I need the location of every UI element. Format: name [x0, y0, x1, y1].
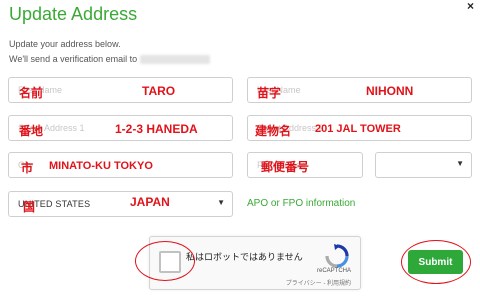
city-annotation-label: 市 — [21, 161, 34, 175]
address1-annotation-label: 番地 — [19, 124, 44, 138]
first-name-field[interactable]: First Name 名前 TARO — [8, 77, 233, 103]
first-name-annotation-label: 名前 — [19, 86, 44, 100]
street-address-2-field[interactable]: Street Address 2 建物名 201 JAL TOWER — [247, 115, 472, 141]
address1-annotation-value: 1-2-3 HANEDA — [115, 122, 198, 136]
apo-fpo-link[interactable]: APO or FPO information — [247, 198, 355, 209]
country-select[interactable]: UNITED STATES ▼ 国 JAPAN — [8, 191, 233, 217]
first-name-annotation-value: TARO — [142, 84, 176, 98]
street-address-1-field[interactable]: Street Address 1 番地 1-2-3 HANEDA — [8, 115, 233, 141]
verification-text: We'll send a verification email to — [9, 54, 211, 65]
chevron-down-icon: ▼ — [217, 198, 225, 207]
address2-annotation-label: 建物名 — [255, 124, 292, 138]
state-select[interactable]: ▼ — [375, 152, 472, 178]
last-name-field[interactable]: Last Name 苗字 NIHONN — [247, 77, 472, 103]
postal-code-annotation-label: 郵便番号 — [261, 160, 310, 174]
recaptcha-widget: 私はロボットではありません reCAPTCHA プライバシー - 利用規約 — [149, 236, 361, 290]
recaptcha-brand: reCAPTCHA — [316, 268, 351, 274]
redacted-email — [140, 55, 211, 65]
submit-button[interactable]: Submit — [408, 250, 463, 274]
postal-code-field[interactable]: Postal Code 郵便番号 — [247, 152, 363, 178]
recaptcha-privacy-terms[interactable]: プライバシー - 利用規約 — [286, 278, 351, 287]
recaptcha-label: 私はロボットではありません — [186, 252, 303, 262]
close-icon[interactable]: × — [467, 0, 474, 13]
city-field[interactable]: City 市 MINATO-KU TOKYO — [8, 152, 233, 178]
last-name-annotation-label: 苗字 — [257, 86, 282, 100]
chevron-down-icon: ▼ — [456, 159, 464, 168]
recaptcha-logo-icon — [325, 244, 349, 268]
last-name-annotation-value: NIHONN — [366, 84, 414, 98]
address2-annotation-value: 201 JAL TOWER — [315, 123, 401, 135]
intro-text: Update your address below. — [9, 39, 121, 49]
country-annotation-label: 国 — [23, 200, 36, 214]
city-annotation-value: MINATO-KU TOKYO — [49, 160, 153, 172]
recaptcha-checkbox[interactable] — [159, 251, 181, 273]
dialog-title: Update Address — [9, 4, 138, 24]
country-annotation-value: JAPAN — [130, 195, 170, 209]
